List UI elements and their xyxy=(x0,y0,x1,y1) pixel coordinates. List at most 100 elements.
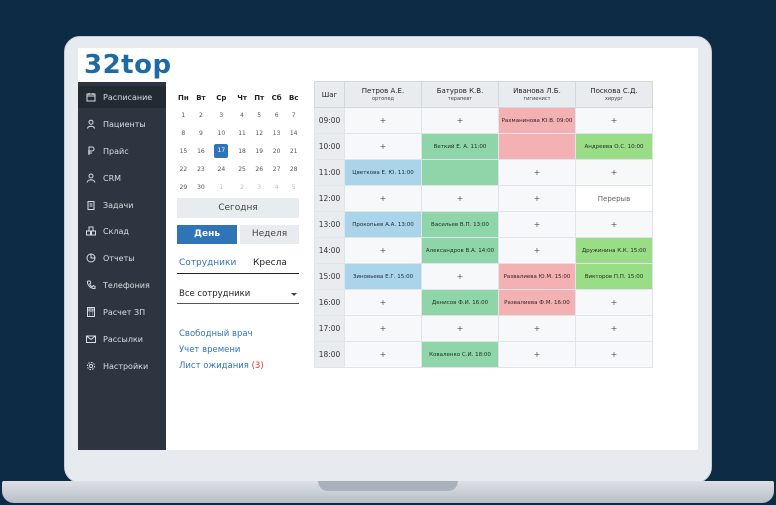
appointment-block[interactable]: Цветкова Е. Ю. 11:00 xyxy=(344,159,422,186)
calendar-day[interactable]: 6 xyxy=(268,106,286,124)
sidebar-item-price[interactable]: Прайс xyxy=(78,140,166,162)
appointment-block[interactable]: Прокопьев А.А. 13:00 xyxy=(344,211,422,238)
calendar-day[interactable]: 21 xyxy=(285,142,302,160)
add-appointment-button[interactable]: + xyxy=(421,107,499,134)
add-appointment-button[interactable]: + xyxy=(344,315,422,342)
week-view-button[interactable]: Неделя xyxy=(240,225,299,244)
add-appointment-button[interactable]: + xyxy=(421,185,499,212)
time-slot-label: 16:00 xyxy=(314,289,345,316)
add-appointment-button[interactable]: + xyxy=(344,185,422,212)
add-appointment-button[interactable]: + xyxy=(498,315,576,342)
calendar-day[interactable]: 15 xyxy=(174,142,193,160)
add-appointment-button[interactable]: + xyxy=(344,341,422,368)
appointment-block[interactable]: Зиновьева Е.Г. 15:00 xyxy=(344,263,422,290)
calendar-day[interactable]: 2 xyxy=(193,106,209,124)
doctor-header[interactable]: Иванова Л.Б. гигиенист xyxy=(498,81,576,108)
calendar-day[interactable]: 16 xyxy=(193,142,209,160)
add-appointment-button[interactable]: + xyxy=(344,237,422,264)
staff-select[interactable]: Все сотрудники xyxy=(177,286,299,304)
sidebar-item-mailings[interactable]: Рассылки xyxy=(78,328,166,350)
appointment-block[interactable]: Рахманинова Ю.В. 09:00 xyxy=(498,107,576,134)
calendar-day[interactable]: 10 xyxy=(209,124,233,142)
doctor-header[interactable]: Поскова С.Д. хирург xyxy=(575,81,653,108)
free-doctor-link[interactable]: Свободный врач xyxy=(179,329,253,339)
calendar-day[interactable]: 29 xyxy=(174,178,193,196)
selected-day[interactable]: 17 xyxy=(214,144,229,158)
add-appointment-button[interactable]: + xyxy=(575,107,653,134)
add-appointment-button[interactable]: + xyxy=(498,185,576,212)
calendar-day[interactable]: 2 xyxy=(234,178,251,196)
add-appointment-button[interactable]: + xyxy=(421,263,499,290)
calendar-day[interactable]: 8 xyxy=(174,124,193,142)
calendar-day[interactable]: 4 xyxy=(234,106,251,124)
add-appointment-button[interactable]: + xyxy=(498,211,576,238)
appointment-continuation[interactable] xyxy=(498,133,576,160)
calendar-day[interactable]: 12 xyxy=(251,124,268,142)
tab-staff[interactable]: Сотрудники xyxy=(179,258,236,268)
doctor-header[interactable]: Батуров К.В. терапевт xyxy=(421,81,499,108)
calendar-day[interactable]: 3 xyxy=(209,106,233,124)
calendar-day[interactable]: 14 xyxy=(285,124,302,142)
add-appointment-button[interactable]: + xyxy=(498,341,576,368)
calendar-day[interactable]: 13 xyxy=(268,124,286,142)
calendar-day[interactable]: 22 xyxy=(174,160,193,178)
sidebar-item-crm[interactable]: CRM xyxy=(78,167,166,189)
calendar-day[interactable]: 27 xyxy=(268,160,286,178)
calendar-day[interactable]: 5 xyxy=(285,178,302,196)
tab-chairs[interactable]: Кресла xyxy=(253,258,287,268)
appointment-block[interactable]: Развалиева Ф.М. 16:00 xyxy=(498,289,576,316)
appointment-block[interactable]: Дружинина К.К. 15:00 xyxy=(575,237,653,264)
sidebar-item-warehouse[interactable]: Склад xyxy=(78,220,166,242)
calendar-day[interactable]: 5 xyxy=(251,106,268,124)
calendar-day[interactable]: 3 xyxy=(251,178,268,196)
add-appointment-button[interactable]: + xyxy=(344,289,422,316)
calendar-day[interactable]: 18 xyxy=(234,142,251,160)
calendar-day[interactable]: 28 xyxy=(285,160,302,178)
add-appointment-button[interactable]: + xyxy=(575,289,653,316)
calendar-day[interactable]: 26 xyxy=(251,160,268,178)
calendar-day[interactable]: 1 xyxy=(174,106,193,124)
calendar-day[interactable]: 23 xyxy=(193,160,209,178)
calendar-day[interactable]: 1 xyxy=(209,178,233,196)
add-appointment-button[interactable]: + xyxy=(575,315,653,342)
appointment-block[interactable]: Андреева О.С. 10:00 xyxy=(575,133,653,160)
add-appointment-button[interactable]: + xyxy=(498,159,576,186)
appointment-block[interactable]: Развалиева Ю.М. 15:00 xyxy=(498,263,576,290)
appointment-block[interactable]: Александров В.А. 14:00 xyxy=(421,237,499,264)
calendar-day[interactable]: 7 xyxy=(285,106,302,124)
sidebar-item-payroll[interactable]: Расчет ЗП xyxy=(78,301,166,323)
add-appointment-button[interactable]: + xyxy=(344,133,422,160)
add-appointment-button[interactable]: + xyxy=(575,159,653,186)
calendar-day[interactable]: 9 xyxy=(193,124,209,142)
waitlist-link[interactable]: Лист ожидания (3) xyxy=(179,361,264,371)
appointment-continuation[interactable] xyxy=(421,159,499,186)
appointment-block[interactable]: Веткий Е. А. 11:00 xyxy=(421,133,499,160)
calendar-day[interactable]: 25 xyxy=(234,160,251,178)
add-appointment-button[interactable]: + xyxy=(575,341,653,368)
calendar-day[interactable]: 4 xyxy=(268,178,286,196)
calendar-day[interactable]: 11 xyxy=(234,124,251,142)
day-view-button[interactable]: День xyxy=(177,225,237,244)
add-appointment-button[interactable]: + xyxy=(498,237,576,264)
sidebar-item-reports[interactable]: Отчеты xyxy=(78,247,166,269)
calendar-day[interactable]: 24 xyxy=(209,160,233,178)
appointment-block[interactable]: Денисов Ф.И. 16:00 xyxy=(421,289,499,316)
calendar-day[interactable]: 30 xyxy=(193,178,209,196)
doctor-header[interactable]: Петров А.Е. ортопед xyxy=(344,81,422,108)
sidebar-item-schedule[interactable]: Расписание xyxy=(78,86,166,108)
sidebar-item-patients[interactable]: Пациенты xyxy=(78,113,166,135)
appointment-block[interactable]: Васильев В.П. 13:00 xyxy=(421,211,499,238)
today-button[interactable]: Сегодня xyxy=(177,198,299,218)
add-appointment-button[interactable]: + xyxy=(344,107,422,134)
time-tracking-link[interactable]: Учет времени xyxy=(179,345,240,355)
appointment-block[interactable]: Викторов П.П. 15:00 xyxy=(575,263,653,290)
sidebar-item-tasks[interactable]: Задачи xyxy=(78,194,166,216)
sidebar-item-settings[interactable]: Настройки xyxy=(78,355,166,377)
calendar-day[interactable]: 19 xyxy=(251,142,268,160)
calendar-day[interactable]: 17 xyxy=(209,142,233,160)
add-appointment-button[interactable]: + xyxy=(575,211,653,238)
sidebar-item-telephony[interactable]: Телефония xyxy=(78,274,166,296)
calendar-day[interactable]: 20 xyxy=(268,142,286,160)
add-appointment-button[interactable]: + xyxy=(421,315,499,342)
appointment-block[interactable]: Коваленко С.И. 18:00 xyxy=(421,341,499,368)
